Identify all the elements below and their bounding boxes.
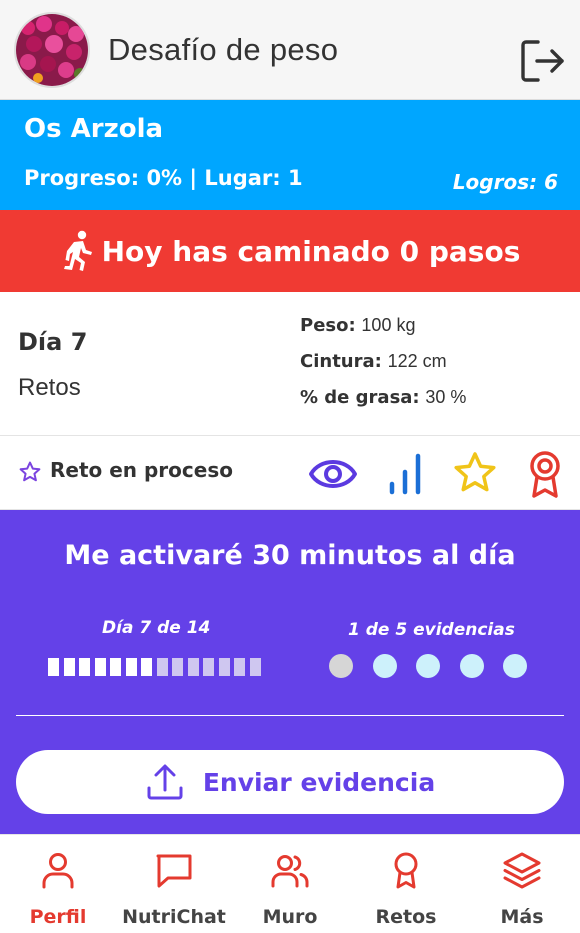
- day-segment: [110, 658, 121, 676]
- app-header: Desafío de peso: [0, 0, 580, 100]
- steps-banner: Hoy has caminado 0 pasos: [0, 210, 580, 292]
- user-summary: Os Arzola Progreso: 0% | Lugar: 1 Logros…: [0, 100, 580, 210]
- metric-fat: % de grasa: 30 %: [300, 387, 467, 408]
- bottom-nav: Perfil NutriChat Muro Retos Más: [0, 834, 580, 933]
- nav-label: Perfil: [29, 906, 87, 928]
- day-segment: [234, 658, 245, 676]
- nav-item-retos[interactable]: Retos: [348, 835, 464, 933]
- day-segment: [172, 658, 183, 676]
- eye-icon[interactable]: [308, 450, 358, 498]
- nav-item-nutrichat[interactable]: NutriChat: [116, 835, 232, 933]
- nav-item-mas[interactable]: Más: [464, 835, 580, 933]
- star-icon[interactable]: [450, 450, 500, 498]
- challenge-panel: Me activaré 30 minutos al día Día 7 de 1…: [0, 510, 580, 834]
- day-segment: [48, 658, 59, 676]
- metric-weight: Peso: 100 kg: [300, 315, 416, 336]
- walking-icon: [63, 230, 92, 271]
- evidence-progress-label: 1 de 5 evidencias: [348, 620, 515, 640]
- evidence-dot: [372, 654, 397, 678]
- achievements-count[interactable]: Logros: 6: [453, 170, 558, 194]
- send-evidence-label: Enviar evidencia: [202, 767, 436, 797]
- send-evidence-button[interactable]: Enviar evidencia: [16, 750, 564, 814]
- divider: [16, 715, 564, 716]
- day-segment: [94, 658, 106, 676]
- nav-label: Retos: [375, 906, 437, 928]
- day-segment: [218, 658, 230, 676]
- day-segment: [187, 658, 199, 676]
- day-segment: [249, 658, 261, 676]
- page-title: Desafío de peso: [108, 31, 339, 67]
- award-icon: [394, 852, 418, 889]
- star-outline-icon: [19, 461, 41, 482]
- nav-label: NutriChat: [122, 906, 226, 928]
- steps-text: Hoy has caminado 0 pasos: [101, 234, 521, 268]
- metric-waist: Cintura: 122 cm: [300, 351, 447, 372]
- evidence-dot: [329, 654, 353, 678]
- evidence-dot: [416, 654, 440, 678]
- signal-bars-icon[interactable]: [380, 450, 430, 498]
- progress-rank: Progreso: 0% | Lugar: 1: [24, 166, 303, 190]
- nav-item-perfil[interactable]: Perfil: [0, 835, 116, 933]
- day-progress-bar: [48, 658, 265, 676]
- day-segment: [141, 658, 152, 676]
- day-progress-label: Día 7 de 14: [102, 618, 211, 638]
- challenge-toolbar: Reto en proceso: [0, 436, 580, 510]
- day-segment: [79, 658, 90, 676]
- chat-icon: [156, 854, 192, 888]
- day-segment: [63, 658, 75, 676]
- users-icon: [271, 855, 309, 888]
- day-segment: [125, 658, 137, 676]
- nav-label: Muro: [262, 906, 318, 928]
- section-label: Retos: [18, 374, 81, 401]
- user-name: Os Arzola: [24, 114, 164, 144]
- metrics-list: Peso: 100 kg Cintura: 122 cm % de grasa:…: [300, 312, 466, 420]
- upload-icon: [147, 764, 183, 800]
- app: Desafío de peso Os Arzola Progreso: 0% |…: [0, 0, 580, 933]
- evidence-progress-dots: [329, 654, 547, 678]
- challenge-status: Reto en proceso: [50, 458, 233, 482]
- evidence-dot: [459, 654, 484, 678]
- day-label: Día 7: [18, 328, 88, 356]
- day-segment: [203, 658, 214, 676]
- evidence-dot: [503, 654, 527, 678]
- award-icon[interactable]: [520, 450, 570, 498]
- avatar[interactable]: [14, 11, 90, 88]
- day-segment: [156, 658, 168, 676]
- user-icon: [42, 853, 74, 889]
- layers-icon: [503, 852, 541, 889]
- nav-item-muro[interactable]: Muro: [232, 835, 348, 933]
- challenge-title: Me activaré 30 minutos al día: [64, 540, 516, 571]
- logout-icon[interactable]: [520, 38, 566, 84]
- nav-label: Más: [500, 906, 544, 928]
- day-summary: Día 7 Retos Peso: 100 kg Cintura: 122 cm…: [0, 292, 580, 436]
